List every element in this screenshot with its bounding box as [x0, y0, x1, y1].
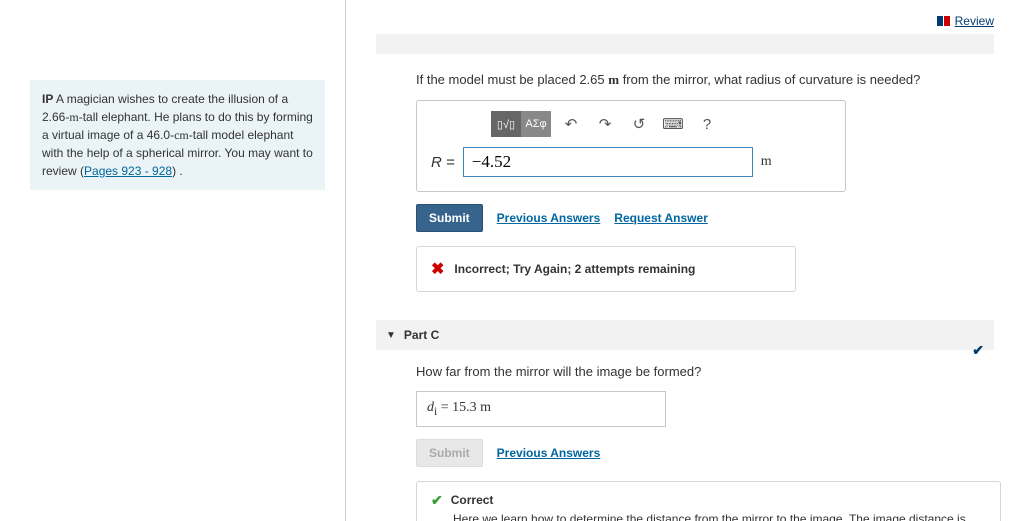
review-link[interactable]: Review [937, 14, 994, 28]
templates-button[interactable]: ▯√▯ [491, 111, 521, 137]
previous-answers-link-c[interactable]: Previous Answers [497, 446, 601, 460]
ip-label: IP [42, 92, 53, 106]
chevron-down-icon: ▼ [386, 330, 396, 341]
submit-button-disabled: Submit [416, 439, 483, 467]
problem-statement: IP A magician wishes to create the illus… [30, 80, 325, 190]
submit-button[interactable]: Submit [416, 204, 483, 232]
x-icon: ✖ [431, 259, 444, 279]
answer-input[interactable] [463, 147, 753, 177]
equation-toolbar: ▯√▯ ΑΣφ ↶ ↷ ↺ ⌨ ? [491, 111, 831, 137]
part-b-question: If the model must be placed 2.65 m from … [416, 72, 994, 88]
correct-explanation: Here we learn how to determine the dista… [453, 511, 986, 521]
check-icon: ✔ [972, 342, 984, 359]
header-strip [376, 34, 994, 54]
keyboard-button[interactable]: ⌨ [659, 111, 687, 137]
part-c-header[interactable]: ▼ Part C ✔ [376, 320, 994, 350]
reset-button[interactable]: ↺ [625, 111, 653, 137]
flag-icon [937, 16, 951, 26]
unit-label: m [761, 154, 772, 170]
feedback-correct: ✔ Correct Here we learn how to determine… [416, 481, 1001, 521]
part-c-answer: di = 15.3 m [416, 391, 666, 427]
help-button[interactable]: ? [693, 111, 721, 137]
answer-panel: ▯√▯ ΑΣφ ↶ ↷ ↺ ⌨ ? R = m [416, 100, 846, 192]
redo-button[interactable]: ↷ [591, 111, 619, 137]
request-answer-link[interactable]: Request Answer [614, 211, 708, 225]
variable-label: R = [431, 154, 455, 171]
feedback-text: Incorrect; Try Again; 2 attempts remaini… [454, 262, 695, 276]
part-c-title: Part C [404, 328, 439, 342]
check-icon: ✔ [431, 492, 443, 509]
part-c-question: How far from the mirror will the image b… [416, 364, 994, 379]
pages-link[interactable]: Pages 923 - 928 [84, 164, 172, 178]
correct-title: Correct [451, 493, 494, 507]
symbols-button[interactable]: ΑΣφ [521, 111, 551, 137]
feedback-incorrect: ✖ Incorrect; Try Again; 2 attempts remai… [416, 246, 796, 292]
previous-answers-link[interactable]: Previous Answers [497, 211, 601, 225]
undo-button[interactable]: ↶ [557, 111, 585, 137]
